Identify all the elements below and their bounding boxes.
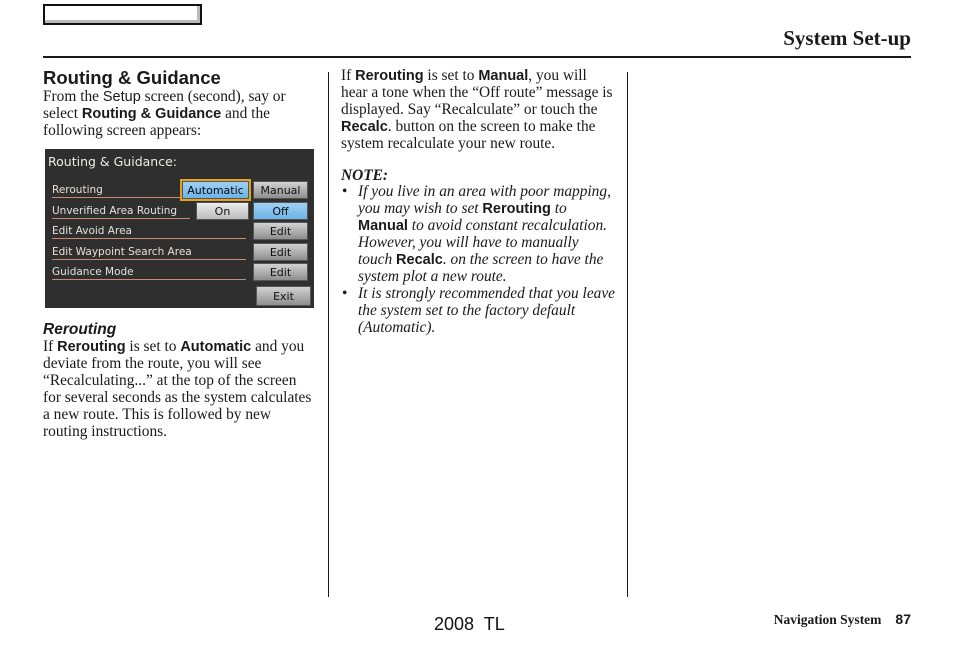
header-rule	[43, 56, 911, 58]
on-button[interactable]: On	[196, 202, 249, 220]
manual-term: Manual	[358, 218, 408, 235]
rerouting-term: Rerouting	[482, 201, 551, 218]
column-divider-1	[328, 72, 329, 597]
section-title: System Set-up	[783, 26, 911, 50]
note-item: If you live in an area with poor mapping…	[341, 184, 616, 285]
section-tab-marker	[43, 4, 202, 25]
routing-guidance-screen: Routing & Guidance: Rerouting Automatic …	[45, 149, 314, 308]
note-title: NOTE:	[341, 166, 389, 184]
unverified-area-routing-label: Unverified Area Routing	[52, 205, 190, 219]
rerouting-subheading: Rerouting	[43, 321, 117, 338]
rerouting-term: Rerouting	[57, 339, 126, 355]
section-heading: Routing & Guidance	[43, 67, 221, 88]
edit-waypoint-search-area-button[interactable]: Edit	[253, 243, 308, 261]
left-column: Routing & Guidance From the Setup screen…	[43, 67, 318, 140]
note-item: It is strongly recommended that you leav…	[341, 285, 616, 337]
footer-section-name: Navigation System	[773, 612, 882, 627]
rerouting-paragraph: If Rerouting is set to Automatic and you…	[43, 338, 312, 440]
recalc-term: Recalc	[396, 252, 443, 269]
guidance-mode-edit-button[interactable]: Edit	[253, 263, 308, 281]
vehicle-model: 2008 TL	[434, 614, 505, 634]
edit-avoid-area-button[interactable]: Edit	[253, 222, 308, 240]
manual-paragraph: If Rerouting is set to Manual, you will …	[341, 67, 613, 152]
exit-button[interactable]: Exit	[256, 286, 311, 306]
screen-title: Routing & Guidance:	[48, 154, 177, 169]
routing-guidance-term: Routing & Guidance	[81, 105, 222, 122]
manual-term: Manual	[478, 68, 529, 84]
automatic-button[interactable]: Automatic	[180, 179, 251, 201]
edit-avoid-area-label: Edit Avoid Area	[52, 225, 246, 239]
guidance-mode-label: Guidance Mode	[52, 266, 246, 280]
setup-term: Setup	[102, 89, 141, 105]
notes-list: If you live in an area with poor mapping…	[341, 184, 616, 336]
rerouting-term: Rerouting	[355, 68, 424, 84]
right-column: If Rerouting is set to Manual, you will …	[341, 67, 616, 337]
rerouting-section: Rerouting If Rerouting is set to Automat…	[43, 321, 318, 440]
column-divider-2	[627, 72, 628, 597]
edit-waypoint-search-area-label: Edit Waypoint Search Area	[52, 246, 246, 260]
rerouting-label: Rerouting	[52, 184, 180, 198]
footer-page-info: Navigation System 87	[774, 611, 911, 628]
recalc-term: Recalc	[341, 118, 388, 135]
off-button[interactable]: Off	[253, 202, 308, 220]
intro-paragraph: From the Setup screen (second), say or s…	[43, 88, 286, 139]
manual-button[interactable]: Manual	[253, 181, 308, 199]
automatic-term: Automatic	[180, 339, 252, 355]
page-number: 87	[895, 611, 911, 627]
